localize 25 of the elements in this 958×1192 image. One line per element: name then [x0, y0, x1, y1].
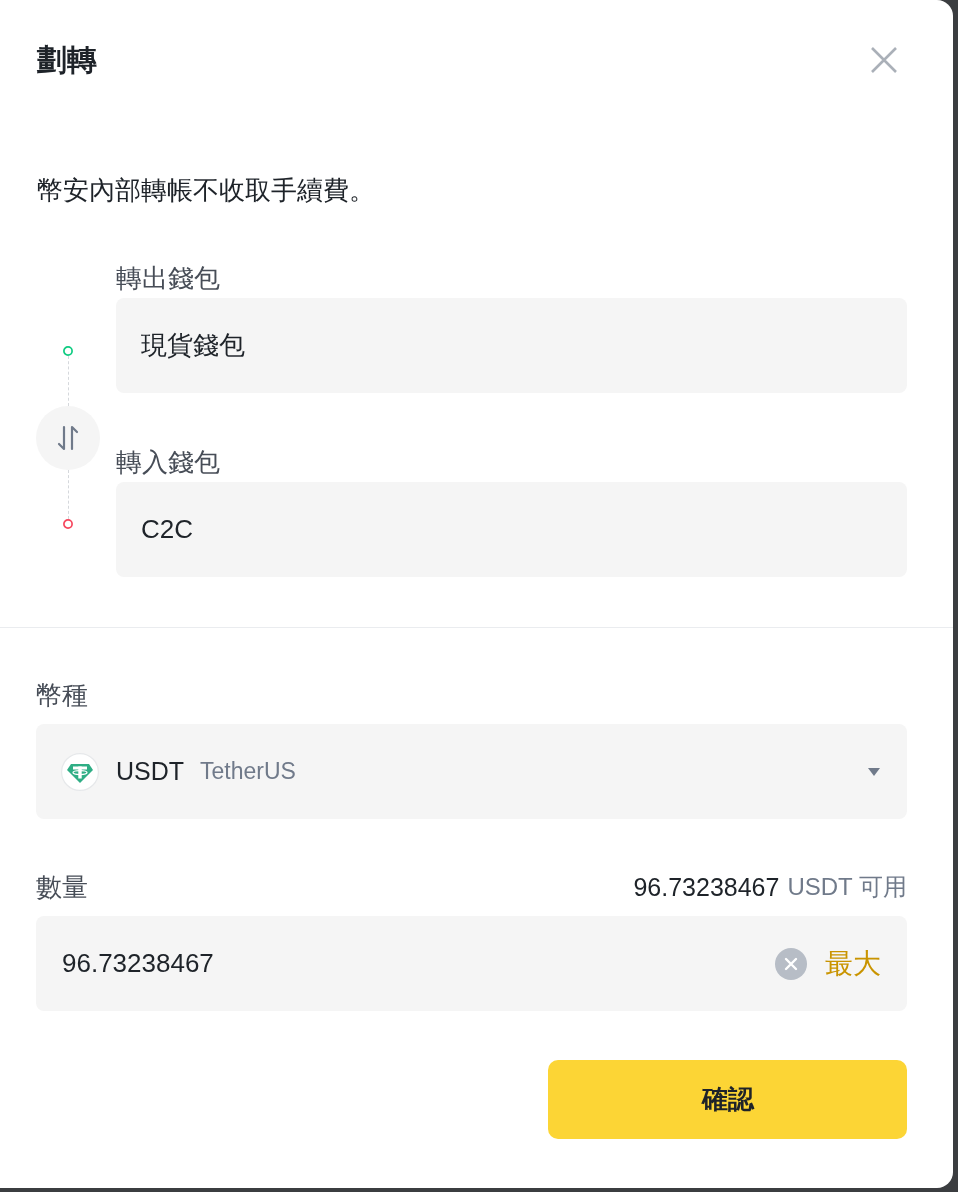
close-icon[interactable]: [870, 46, 898, 74]
ring-icon: [63, 519, 73, 529]
available-unit: USDT 可用: [787, 872, 907, 902]
dialog-title: 劃轉: [37, 42, 97, 78]
swap-arrows-icon: [57, 425, 79, 451]
ring-icon: [63, 346, 73, 356]
available-amount: 96.73238467: [633, 872, 780, 903]
wallet-label: 轉出錢包: [116, 262, 221, 294]
connector-line: [67, 470, 69, 519]
connector-line: [67, 356, 69, 406]
clear-icon[interactable]: [775, 947, 807, 980]
wallet-label: 轉入錢包: [116, 446, 221, 478]
coin-symbol: USDT: [116, 755, 185, 787]
notice-text: 幣安內部轉帳不收取手續費。: [36, 174, 376, 206]
amount-value: 96.73238467: [62, 947, 214, 980]
caret-icon: [868, 767, 880, 776]
coin-name: TetherUS: [200, 757, 296, 787]
coin-label: 幣種: [36, 679, 89, 711]
wallet-select[interactable]: 現貨錢包: [116, 298, 907, 393]
amount-field[interactable]: 96.73238467 最大: [36, 916, 907, 1011]
coin-select[interactable]: USDT TetherUS: [36, 724, 907, 819]
amount-label: 數量: [36, 871, 88, 903]
wallet-select[interactable]: C2C: [116, 482, 907, 577]
coin-logo-icon: [61, 752, 99, 791]
confirm-button[interactable]: 確認: [548, 1060, 907, 1139]
